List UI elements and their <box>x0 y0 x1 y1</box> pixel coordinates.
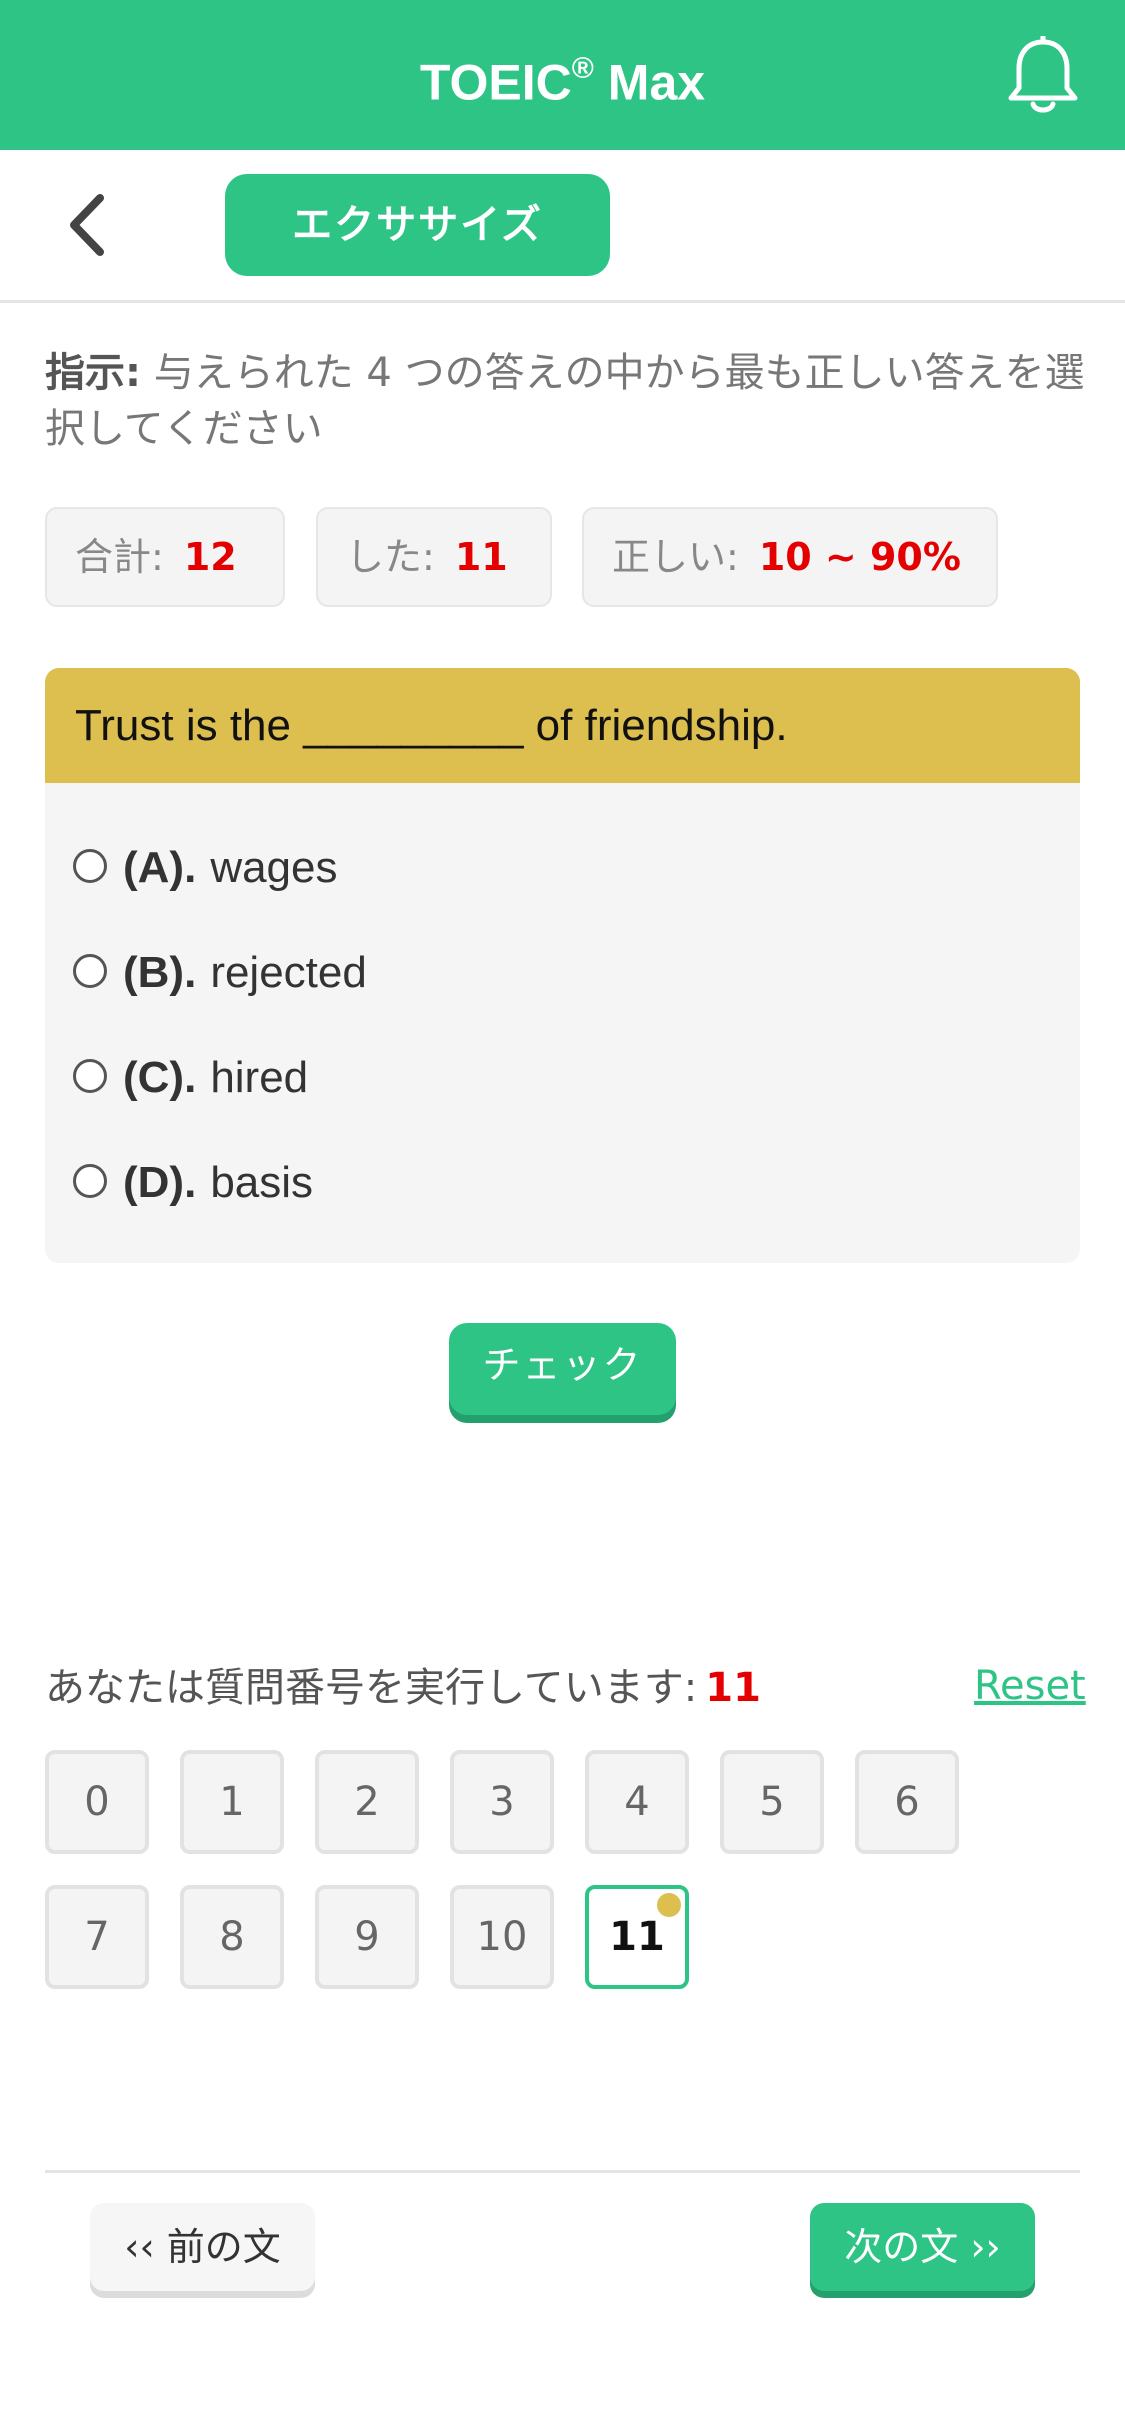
option-c[interactable]: (C). hired <box>73 1043 308 1113</box>
stat-done-value: 11 <box>454 535 508 579</box>
option-text: rejected <box>210 948 367 997</box>
instruction: 指示: 与えられた 4 つの答えの中から最も正しい答えを選択してください <box>45 345 1085 457</box>
question-number-button[interactable]: 7 <box>45 1885 149 1989</box>
option-letter: (B). <box>123 948 197 997</box>
stat-done-label: した: <box>346 535 435 579</box>
next-sentence-button[interactable]: 次の文 ›› <box>810 2203 1035 2291</box>
progress-current: 11 <box>705 1665 761 1711</box>
app-title: TOEIC® Max <box>0 38 1125 118</box>
question-number-label: 11 <box>609 1914 665 1960</box>
option-text: wages <box>210 843 338 892</box>
previous-sentence-button[interactable]: ‹‹ 前の文 <box>90 2203 315 2291</box>
option-letter: (A). <box>123 843 197 892</box>
question-number-button[interactable]: 9 <box>315 1885 419 1989</box>
stat-done: した: 11 <box>316 507 552 607</box>
question-number-button[interactable]: 3 <box>450 1750 554 1854</box>
progress-status: あなたは質問番号を実行しています: 11 <box>45 1658 761 1718</box>
instruction-text: 与えられた 4 つの答えの中から最も正しい答えを選択してください <box>45 350 1085 452</box>
question-number-button[interactable]: 8 <box>180 1885 284 1989</box>
stat-correct-value: 10 ~ 90% <box>758 535 961 579</box>
stat-correct-label: 正しい: <box>612 535 739 579</box>
bell-icon[interactable] <box>1005 33 1081 116</box>
option-d[interactable]: (D). basis <box>73 1148 313 1218</box>
option-letter: (C). <box>123 1053 197 1102</box>
instruction-label: 指示: <box>45 350 141 396</box>
option-text: hired <box>210 1053 309 1102</box>
radio-button[interactable] <box>73 1164 107 1199</box>
app-title-text: TOEIC <box>419 54 572 111</box>
question-number-button[interactable]: 10 <box>450 1885 554 1989</box>
question-number-button[interactable]: 1 <box>180 1750 284 1854</box>
registered-mark: ® <box>571 52 594 85</box>
stat-total: 合計: 12 <box>45 507 285 607</box>
stat-total-value: 12 <box>183 535 237 579</box>
question-number-button[interactable]: 5 <box>720 1750 824 1854</box>
question-number-button[interactable]: 0 <box>45 1750 149 1854</box>
option-letter: (D). <box>123 1158 197 1207</box>
check-button[interactable]: チェック <box>449 1323 676 1415</box>
question-number-button-current[interactable]: 11 <box>585 1885 689 1989</box>
question-number-button[interactable]: 4 <box>585 1750 689 1854</box>
option-a[interactable]: (A). wages <box>73 833 338 903</box>
option-text: basis <box>210 1158 314 1207</box>
question-text: Trust is the _________ of friendship. <box>45 668 1080 783</box>
tab-exercise[interactable]: エクササイズ <box>225 174 610 276</box>
radio-button[interactable] <box>73 1059 107 1094</box>
radio-button[interactable] <box>73 954 107 989</box>
stat-total-label: 合計: <box>75 535 164 579</box>
reset-link[interactable]: Reset <box>974 1656 1086 1716</box>
progress-label: あなたは質問番号を実行しています: <box>45 1665 698 1711</box>
stat-correct: 正しい: 10 ~ 90% <box>582 507 998 607</box>
radio-button[interactable] <box>73 849 107 884</box>
question-number-button[interactable]: 2 <box>315 1750 419 1854</box>
question-number-button[interactable]: 6 <box>855 1750 959 1854</box>
footer-divider <box>45 2170 1080 2173</box>
question-card: Trust is the _________ of friendship. (A… <box>45 668 1080 1263</box>
app-title-suffix: Max <box>593 54 706 111</box>
current-indicator-dot <box>657 1893 681 1917</box>
chevron-left-icon[interactable] <box>60 190 120 260</box>
option-b[interactable]: (B). rejected <box>73 938 367 1008</box>
